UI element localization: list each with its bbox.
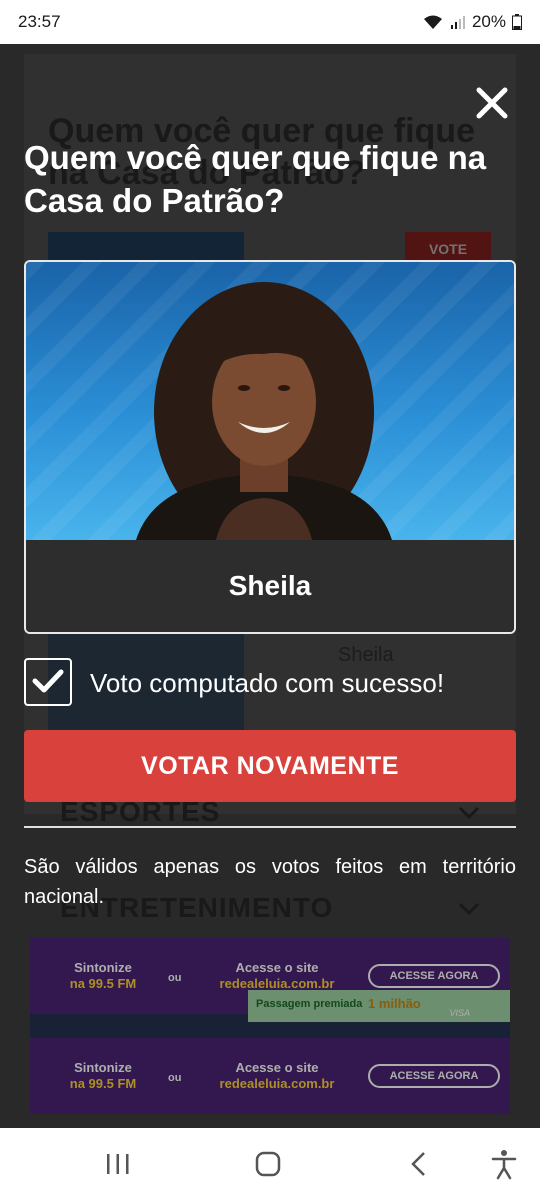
back-button[interactable] — [400, 1148, 440, 1180]
close-icon — [476, 87, 508, 119]
back-icon — [411, 1152, 425, 1176]
vote-again-button[interactable]: VOTAR NOVAMENTE — [24, 730, 516, 802]
status-bar: 23:57 20% — [0, 0, 540, 44]
recents-button[interactable] — [98, 1148, 138, 1180]
home-icon — [255, 1151, 281, 1177]
battery-percent: 20% — [471, 12, 506, 31]
battery-icon — [512, 14, 522, 30]
wifi-icon — [423, 15, 442, 29]
close-button[interactable] — [472, 86, 512, 126]
system-nav-bar — [0, 1128, 540, 1200]
candidate-name: Sheila — [26, 540, 514, 632]
check-icon — [32, 669, 64, 693]
candidate-card: Sheila — [24, 260, 516, 634]
accessibility-icon — [491, 1150, 517, 1180]
vote-confirmation: Voto computado com sucesso! — [24, 658, 524, 708]
status-icons: 20% — [422, 12, 522, 32]
status-time: 23:57 — [18, 12, 61, 31]
home-button[interactable] — [248, 1148, 288, 1180]
accessibility-button[interactable] — [484, 1148, 524, 1180]
candidate-photo — [26, 262, 514, 540]
success-message: Voto computado com sucesso! — [90, 668, 445, 698]
success-checkbox[interactable] — [24, 658, 72, 706]
vote-modal: Quem você quer que fique na Casa do Patr… — [0, 44, 540, 1128]
signal-icon — [450, 16, 465, 29]
modal-title: Quem você quer que fique na Casa do Patr… — [24, 139, 487, 219]
recents-icon — [107, 1154, 129, 1174]
divider — [24, 826, 516, 828]
territory-notice: São válidos apenas os votos feitos em te… — [24, 856, 516, 908]
